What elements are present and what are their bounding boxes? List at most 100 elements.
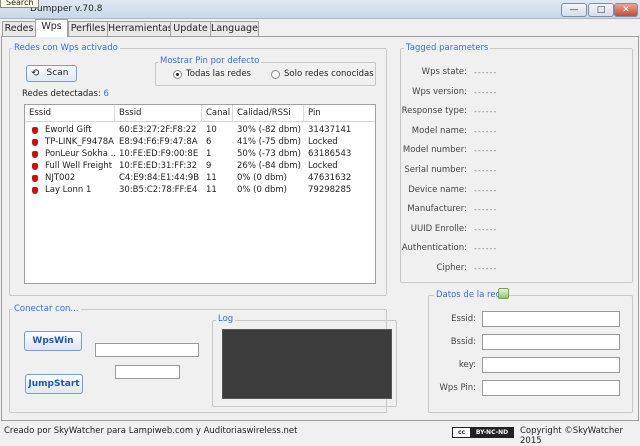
- tagged-param-value: ------: [474, 87, 498, 97]
- table-cell: 1: [206, 149, 212, 159]
- table-row[interactable]: PonLeur Sokha ... 10:FE:ED:F9:00:8E 1 50% (…: [25, 149, 375, 160]
- wps-networks-legend: Redes con Wps activado: [12, 43, 120, 53]
- tagged-param-label: Device name:: [408, 184, 467, 195]
- table-row[interactable]: Full Well Freight 10:FE:ED:31:FF:32 9 26% (…: [25, 161, 375, 172]
- tagged-param-value: ------: [474, 107, 498, 117]
- title-bar[interactable]: Dumpper v.70.8: [0, 0, 640, 19]
- table-cell: TP-LINK_F9478A: [45, 137, 114, 147]
- log-output[interactable]: [222, 329, 392, 399]
- tagged-param-value: ------: [474, 185, 498, 195]
- tagged-param-value: ------: [474, 146, 498, 156]
- table-cell: 50% (-73 dbm): [237, 149, 301, 159]
- network-signal-icon: [32, 127, 38, 134]
- tagged-parameters-list: Wps state: ------ Wps version: ------ Respon…: [400, 62, 633, 277]
- tagged-param-value: ------: [474, 244, 498, 254]
- tab-language[interactable]: Language: [210, 21, 259, 36]
- save-icon[interactable]: [498, 288, 509, 299]
- tagged-param-value: ------: [474, 68, 498, 77]
- close-icon: ✕: [622, 5, 630, 15]
- minimize-button[interactable]: —: [561, 3, 587, 17]
- tagged-param-label: Manufacturer:: [407, 204, 467, 215]
- detected-networks-count: 6: [103, 89, 109, 99]
- tab-update[interactable]: Update: [170, 21, 211, 36]
- column-header-essid[interactable]: Essid: [25, 105, 115, 122]
- tagged-param-label: Wps version:: [412, 86, 467, 97]
- tab-wps[interactable]: Wps: [35, 19, 68, 37]
- table-cell: Eworld Gift: [45, 125, 92, 135]
- tagged-param-value: ------: [474, 126, 498, 136]
- scan-button[interactable]: ⟲ Scan: [26, 65, 77, 82]
- network-data-label: key:: [458, 360, 476, 370]
- column-header-quality[interactable]: Calidad/RSSi: [233, 105, 304, 122]
- radio-known-networks-label: Solo redes conocidas: [284, 69, 374, 79]
- network-data-legend-text: Datos de la red: [436, 290, 501, 300]
- table-cell: 47631632: [308, 173, 352, 183]
- tab-herramientas[interactable]: Herramientas: [107, 21, 173, 36]
- network-signal-icon: [32, 139, 38, 146]
- table-cell: 30% (-82 dbm): [237, 125, 301, 135]
- window-title: Dumpper v.70.8: [30, 4, 103, 14]
- table-cell: 0% (0 dbm): [237, 173, 287, 183]
- tagged-param-label: Model number:: [402, 145, 467, 156]
- close-button[interactable]: ✕: [614, 3, 638, 17]
- network-data-input[interactable]: [482, 380, 620, 396]
- cc-license-badge[interactable]: cc BY-NC-ND: [452, 427, 514, 438]
- radio-known-networks[interactable]: [271, 70, 280, 79]
- table-cell: 0% (0 dbm): [237, 185, 287, 195]
- tab-perfiles[interactable]: Perfiles: [68, 21, 108, 36]
- table-cell: 9: [206, 161, 212, 171]
- table-cell: Locked: [308, 161, 338, 171]
- table-cell: Lay Lonn 1: [45, 185, 92, 195]
- table-row[interactable]: Eworld Gift 60:E3:27:2F:F8:22 10 30% (-82 d…: [25, 125, 375, 136]
- table-cell: 10:FE:ED:31:FF:32: [119, 161, 198, 171]
- network-data-fields: Essid: Bssid: key: Wps Pin:: [428, 308, 633, 408]
- log-legend: Log: [216, 314, 236, 324]
- table-cell: 60:E3:27:2F:F8:22: [119, 125, 197, 135]
- wpswin-button[interactable]: WpsWin: [24, 331, 82, 351]
- network-signal-icon: [32, 151, 38, 158]
- network-data-label: Wps Pin:: [439, 383, 476, 393]
- networks-table[interactable]: Essid Bssid Canal Calidad/RSSi Pin Eworl…: [24, 104, 376, 284]
- table-cell: 11: [206, 173, 217, 183]
- tagged-param-value: ------: [474, 166, 498, 175]
- table-row[interactable]: TP-LINK_F9478A E8:94:F6:F9:47:8A 6 41% (-75…: [25, 137, 375, 148]
- maximize-button[interactable]: □: [588, 3, 614, 17]
- network-data-input[interactable]: [482, 357, 620, 373]
- jumpstart-pin-field[interactable]: [115, 365, 180, 379]
- network-signal-icon: [32, 163, 38, 170]
- cc-license-label: BY-NC-ND: [471, 428, 513, 437]
- table-row[interactable]: Lay Lonn 1 30:B5:C2:78:FF:E4 11 0% (0 dbm) 7…: [25, 185, 375, 196]
- connect-legend: Conectar con...: [12, 304, 81, 314]
- wpswin-pin-field[interactable]: [95, 343, 199, 357]
- tagged-param-label: Cipher:: [436, 263, 467, 273]
- column-header-pin[interactable]: Pin: [304, 105, 375, 122]
- tagged-param-label: Response type:: [401, 106, 467, 117]
- table-cell: 6: [206, 137, 212, 147]
- table-cell: Full Well Freight: [45, 161, 113, 171]
- network-data-input[interactable]: [482, 311, 620, 327]
- minimize-icon: —: [569, 5, 579, 15]
- table-row[interactable]: NJT002 C4:E9:84:E1:44:9B 11 0% (0 dbm) 47631…: [25, 173, 375, 184]
- network-signal-icon: [32, 187, 38, 194]
- tab-redes[interactable]: Redes: [2, 21, 36, 36]
- network-data-input[interactable]: [482, 334, 620, 350]
- column-header-bssid[interactable]: Bssid: [115, 105, 202, 122]
- table-cell: Locked: [308, 137, 338, 147]
- tagged-param-value: ------: [474, 224, 498, 234]
- maximize-icon: □: [596, 5, 606, 15]
- scan-button-label: Scan: [46, 68, 69, 78]
- radio-all-networks[interactable]: [173, 70, 182, 79]
- default-pin-legend: Mostrar Pin por defecto: [158, 56, 262, 66]
- search-tooltip: Search: [0, 0, 40, 8]
- jumpstart-button[interactable]: JumpStart: [25, 374, 83, 394]
- table-cell: PonLeur Sokha ...: [45, 149, 115, 159]
- status-bar: Creado por SkyWatcher para Lampiweb.com …: [0, 422, 640, 446]
- refresh-icon: ⟲: [31, 68, 40, 79]
- tagged-param-value: ------: [474, 205, 498, 215]
- table-cell: 63186543: [308, 149, 352, 159]
- network-data-label: Bssid:: [450, 337, 476, 347]
- detected-networks-text: Redes detectadas:: [22, 89, 101, 99]
- table-cell: C4:E9:84:E1:44:9B: [119, 173, 200, 183]
- column-header-canal[interactable]: Canal: [202, 105, 233, 122]
- tagged-param-label: Model name:: [411, 125, 467, 136]
